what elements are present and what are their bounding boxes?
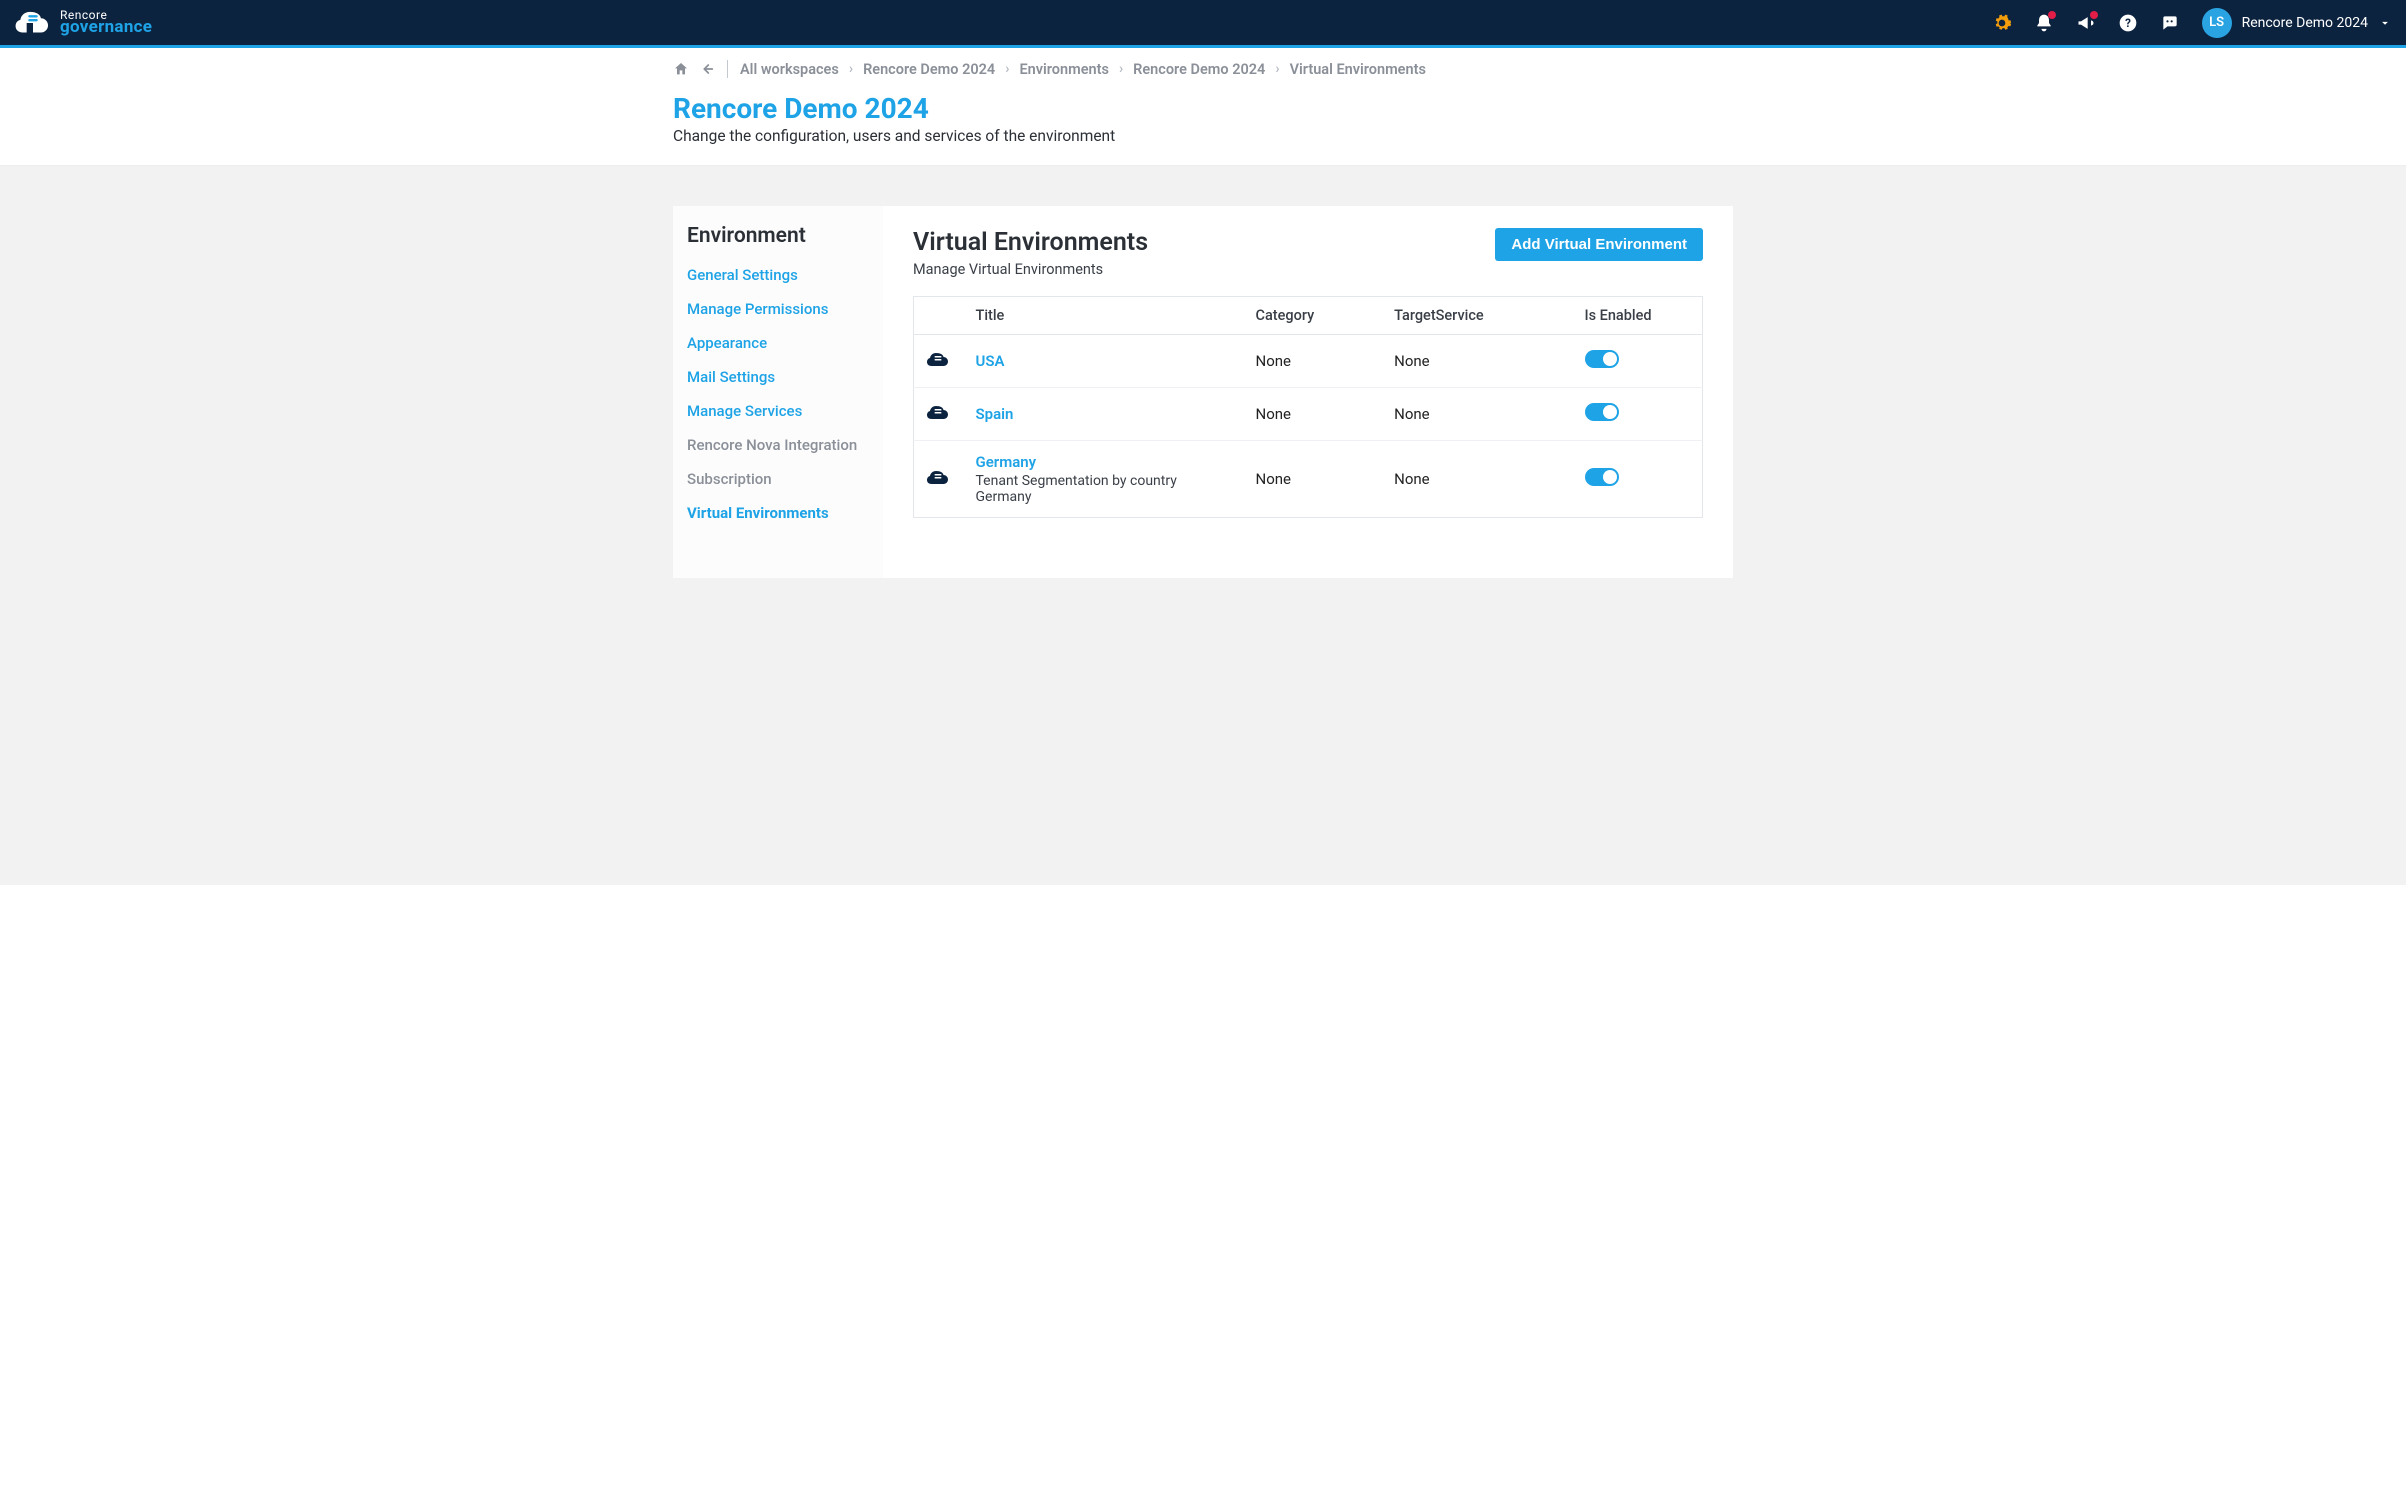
toggle-knob — [1603, 405, 1617, 419]
chevron-right-icon: › — [1005, 61, 1009, 77]
row-category: None — [1244, 388, 1383, 441]
row-title-link[interactable]: Spain — [976, 405, 1014, 423]
sidebar-item-manage-permissions[interactable]: Manage Permissions — [687, 292, 869, 326]
row-enabled-cell — [1573, 335, 1703, 388]
body: Environment General Settings Manage Perm… — [0, 165, 2406, 885]
content-subtitle: Manage Virtual Environments — [913, 261, 1148, 278]
bell-icon[interactable] — [2034, 13, 2054, 33]
virtual-environments-table: Title Category TargetService Is Enabled … — [913, 296, 1703, 518]
row-title-cell: Spain — [964, 388, 1244, 441]
breadcrumb: All workspaces › Rencore Demo 2024 › Env… — [673, 60, 1733, 78]
user-workspace-label: Rencore Demo 2024 — [2242, 15, 2368, 31]
settings-gear-icon[interactable] — [1992, 13, 2012, 33]
sidebar-item-general-settings[interactable]: General Settings — [687, 258, 869, 292]
back-arrow-icon[interactable] — [699, 61, 715, 77]
row-enabled-cell — [1573, 441, 1703, 518]
row-title-cell: USA — [964, 335, 1244, 388]
megaphone-icon[interactable] — [2076, 13, 2096, 33]
sidebar-item-nova-integration: Rencore Nova Integration — [687, 428, 869, 462]
row-title-link[interactable]: Germany — [976, 453, 1037, 471]
page-subtitle: Change the configuration, users and serv… — [673, 127, 1733, 145]
col-title: Title — [964, 297, 1244, 335]
breadcrumb-item[interactable]: All workspaces — [740, 61, 839, 78]
chevron-down-icon — [2378, 16, 2392, 30]
brand[interactable]: Rencore governance — [14, 4, 152, 42]
bell-dot — [2048, 11, 2056, 19]
chevron-right-icon: › — [1119, 61, 1123, 77]
col-target: TargetService — [1382, 297, 1572, 335]
breadcrumb-item[interactable]: Rencore Demo 2024 — [1133, 61, 1265, 78]
megaphone-dot — [2090, 11, 2098, 19]
row-title-cell: Germany Tenant Segmentation by country Ge… — [964, 441, 1244, 518]
row-target: None — [1382, 335, 1572, 388]
sidebar-item-manage-services[interactable]: Manage Services — [687, 394, 869, 428]
content-title: Virtual Environments — [913, 228, 1148, 257]
page-header: All workspaces › Rencore Demo 2024 › Env… — [0, 48, 2406, 165]
breadcrumb-item[interactable]: Environments — [1019, 61, 1108, 78]
help-icon[interactable]: ? — [2118, 13, 2138, 33]
row-target: None — [1382, 441, 1572, 518]
add-virtual-environment-button[interactable]: Add Virtual Environment — [1495, 228, 1703, 261]
svg-text:?: ? — [2125, 16, 2131, 30]
row-cloud-icon — [914, 335, 964, 388]
nav-right: ? LS Rencore Demo 2024 — [1992, 8, 2392, 38]
sidebar-item-subscription: Subscription — [687, 462, 869, 496]
col-category: Category — [1244, 297, 1383, 335]
avatar: LS — [2202, 8, 2232, 38]
page-title: Rencore Demo 2024 — [673, 92, 1733, 125]
chevron-right-icon: › — [1275, 61, 1279, 77]
breadcrumb-item[interactable]: Rencore Demo 2024 — [863, 61, 995, 78]
enabled-toggle[interactable] — [1585, 350, 1619, 368]
breadcrumb-item[interactable]: Virtual Environments — [1290, 61, 1426, 78]
row-cloud-icon — [914, 441, 964, 518]
home-icon[interactable] — [673, 61, 689, 77]
sidebar-item-mail-settings[interactable]: Mail Settings — [687, 360, 869, 394]
toggle-knob — [1603, 352, 1617, 366]
sidebar-item-appearance[interactable]: Appearance — [687, 326, 869, 360]
col-icon — [914, 297, 964, 335]
row-cloud-icon — [914, 388, 964, 441]
col-enabled: Is Enabled — [1573, 297, 1703, 335]
row-category: None — [1244, 441, 1383, 518]
sidebar-item-virtual-environments[interactable]: Virtual Environments — [687, 496, 869, 530]
table-row: USA NoneNone — [914, 335, 1703, 388]
table-row: Germany Tenant Segmentation by country Ge… — [914, 441, 1703, 518]
row-title-link[interactable]: USA — [976, 352, 1005, 370]
toggle-knob — [1603, 470, 1617, 484]
row-category: None — [1244, 335, 1383, 388]
sidebar-title: Environment — [687, 224, 869, 248]
sidebar: Environment General Settings Manage Perm… — [673, 206, 883, 578]
user-menu[interactable]: LS Rencore Demo 2024 — [2202, 8, 2392, 38]
brand-logo-icon — [14, 4, 52, 42]
breadcrumb-divider — [727, 60, 728, 78]
row-enabled-cell — [1573, 388, 1703, 441]
feedback-icon[interactable] — [2160, 13, 2180, 33]
enabled-toggle[interactable] — [1585, 468, 1619, 486]
chevron-right-icon: › — [849, 61, 853, 77]
table-row: Spain NoneNone — [914, 388, 1703, 441]
brand-line2: governance — [60, 19, 152, 36]
enabled-toggle[interactable] — [1585, 403, 1619, 421]
row-target: None — [1382, 388, 1572, 441]
main-content: Virtual Environments Manage Virtual Envi… — [883, 206, 1733, 578]
table-header-row: Title Category TargetService Is Enabled — [914, 297, 1703, 335]
top-nav: Rencore governance ? LS Rencore Demo 202… — [0, 0, 2406, 48]
row-description: Tenant Segmentation by country Germany — [976, 473, 1232, 505]
